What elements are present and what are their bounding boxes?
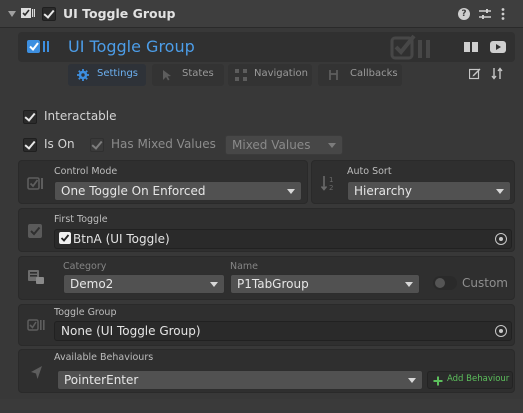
- category-dropdown[interactable]: Demo2: [63, 274, 225, 294]
- custom-label: Custom: [462, 276, 508, 290]
- inspector-bottom-edge: [0, 399, 523, 413]
- toggle-group-field[interactable]: None (UI Toggle Group): [54, 321, 512, 341]
- add-behaviour-label: Add Behaviour: [447, 374, 510, 384]
- object-picker-icon[interactable]: [495, 233, 507, 245]
- gear-icon: [77, 69, 89, 81]
- category-label: Category: [63, 261, 107, 272]
- video-tutorial-icon[interactable]: [490, 41, 506, 53]
- toggle-group-value: None (UI Toggle Group): [61, 324, 201, 338]
- navigation-icon: [235, 69, 247, 81]
- tab-callbacks[interactable]: Callbacks: [318, 64, 402, 86]
- interactable-label: Interactable: [44, 109, 117, 123]
- sort-order-icon: 12: [320, 174, 338, 192]
- name-value: P1TabGroup: [237, 277, 309, 291]
- control-mode-dropdown[interactable]: One Toggle On Enforced: [54, 181, 302, 201]
- control-mode-value: One Toggle On Enforced: [61, 184, 206, 198]
- tab-callbacks-label: Callbacks: [350, 68, 398, 79]
- behaviours-panel: Available Behaviours PointerEnter Add Be…: [18, 349, 515, 393]
- control-mode-panel: Control Mode One Toggle On Enforced: [18, 160, 308, 204]
- mixed-values-dropdown[interactable]: Mixed Values: [225, 135, 343, 155]
- is-on-label: Is On: [44, 137, 75, 151]
- callbacks-icon: [328, 69, 340, 81]
- auto-sort-dropdown[interactable]: Hierarchy: [347, 181, 511, 201]
- auto-sort-panel: 12 Auto Sort Hierarchy: [311, 160, 515, 204]
- chevron-down-icon: [405, 282, 413, 287]
- available-behaviours-label: Available Behaviours: [54, 352, 154, 363]
- svg-text:2: 2: [329, 184, 333, 192]
- mixed-values-value: Mixed Values: [232, 138, 311, 152]
- toggle-group-icon: [26, 38, 52, 56]
- auto-sort-value: Hierarchy: [354, 184, 413, 198]
- tab-states[interactable]: States: [152, 64, 224, 86]
- tab-settings-label: Settings: [97, 68, 139, 79]
- has-mixed-values-checkbox[interactable]: [90, 138, 104, 152]
- database-icon: [27, 268, 45, 286]
- auto-sort-label: Auto Sort: [347, 166, 392, 177]
- component-enabled-checkbox[interactable]: [42, 7, 56, 21]
- first-toggle-field[interactable]: BtnA (UI Toggle): [54, 229, 512, 249]
- chevron-down-icon: [496, 189, 504, 194]
- tab-settings[interactable]: Settings: [68, 64, 146, 86]
- name-dropdown[interactable]: P1TabGroup: [230, 274, 420, 294]
- foldout-arrow-icon[interactable]: [8, 11, 16, 17]
- category-value: Demo2: [70, 277, 114, 291]
- toggle-group-label: Toggle Group: [54, 307, 117, 318]
- toggle-group-panel: Toggle Group None (UI Toggle Group): [18, 304, 515, 346]
- control-mode-label: Control Mode: [54, 166, 118, 177]
- toggle-mode-icon: [27, 175, 45, 193]
- is-on-checkbox[interactable]: [23, 138, 37, 152]
- presets-icon[interactable]: [478, 7, 492, 21]
- behaviour-cursor-icon: [28, 364, 46, 382]
- add-behaviour-button[interactable]: Add Behaviour: [427, 371, 513, 389]
- documentation-book-icon[interactable]: [463, 41, 479, 53]
- edit-icon[interactable]: [468, 68, 481, 80]
- interactable-checkbox[interactable]: [23, 110, 37, 124]
- tab-navigation[interactable]: Navigation: [228, 64, 312, 86]
- chevron-down-icon: [328, 143, 336, 148]
- component-title: UI Toggle Group: [63, 6, 176, 21]
- checkbox-ref-icon: [27, 222, 45, 240]
- component-header: UI Toggle Group ?: [0, 0, 523, 28]
- chevron-down-icon: [287, 189, 295, 194]
- toggle-object-icon: [59, 232, 71, 244]
- available-behaviours-dropdown[interactable]: PointerEnter: [57, 370, 423, 390]
- context-menu-icon[interactable]: [501, 7, 505, 21]
- custom-toggle-switch[interactable]: [433, 276, 457, 290]
- chevron-down-icon: [210, 282, 218, 287]
- plus-icon: [433, 375, 443, 386]
- editor-title-bar: UI Toggle Group: [18, 32, 515, 62]
- pointer-icon: [161, 69, 173, 81]
- tab-states-label: States: [182, 68, 214, 79]
- first-toggle-panel: First Toggle BtnA (UI Toggle): [18, 208, 515, 252]
- help-icon[interactable]: ?: [458, 8, 470, 20]
- toggle-group-ref-icon: [27, 317, 45, 335]
- name-label: Name: [230, 261, 259, 272]
- svg-text:1: 1: [329, 176, 333, 184]
- component-script-icon: [21, 8, 35, 20]
- editor-title: UI Toggle Group: [68, 37, 195, 56]
- switch-knob: [435, 278, 445, 288]
- first-toggle-label: First Toggle: [54, 214, 108, 225]
- first-toggle-value: BtnA (UI Toggle): [73, 232, 170, 246]
- has-mixed-values-label: Has Mixed Values: [111, 137, 216, 151]
- watermark-icon: [388, 34, 438, 60]
- category-name-panel: Category Demo2 Name P1TabGroup Custom: [18, 256, 515, 300]
- available-behaviours-value: PointerEnter: [64, 373, 139, 387]
- tab-navigation-label: Navigation: [254, 68, 308, 79]
- chevron-down-icon: [408, 378, 416, 383]
- object-picker-icon[interactable]: [495, 325, 507, 337]
- sort-icon[interactable]: [491, 67, 503, 80]
